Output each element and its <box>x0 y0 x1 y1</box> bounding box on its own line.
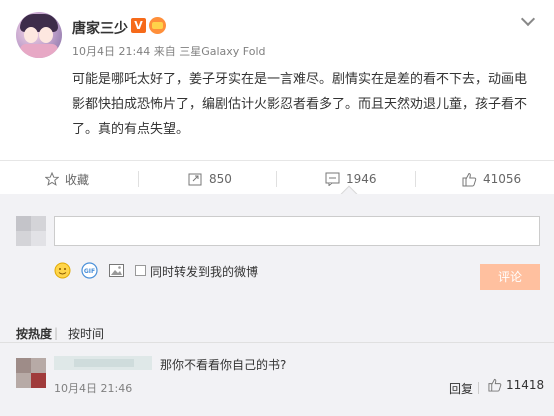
verified-v-icon: V <box>131 18 146 33</box>
post-username[interactable]: 唐家三少 <box>72 18 128 38</box>
comment-text: 那你不看看你自己的书? <box>160 358 287 372</box>
action-divider <box>138 171 139 187</box>
repost-button[interactable]: 850 <box>188 161 232 197</box>
star-icon <box>45 172 59 186</box>
forward-checkbox[interactable] <box>135 265 146 276</box>
post-content: 可能是哪吒太好了，姜子牙实在是一言难尽。剧情实在是差的看不下去，动画电影都快拍成… <box>72 72 528 137</box>
user-avatar[interactable] <box>16 12 62 58</box>
thumbs-up-icon <box>462 172 477 186</box>
comment-like-button[interactable]: 11418 <box>488 378 544 392</box>
sort-by-time[interactable]: 按时间 <box>68 325 104 342</box>
action-divider <box>276 171 277 187</box>
post-action-bar: 收藏 850 1946 41056 <box>0 160 554 196</box>
post-source[interactable]: 三星Galaxy Fold <box>179 45 265 58</box>
commenter-name-blurred[interactable] <box>54 356 152 370</box>
chevron-down-icon[interactable] <box>520 11 536 27</box>
gif-icon[interactable]: GIF <box>81 262 98 279</box>
submit-comment-button[interactable]: 评论 <box>480 264 540 290</box>
comment-section: GIF 同时转发到我的微博 评论 按热度 | 按时间 那你不看看你自己的书? 1… <box>0 194 554 416</box>
sort-by-hot[interactable]: 按热度 <box>16 325 52 342</box>
my-avatar <box>16 216 46 246</box>
comment-input[interactable] <box>54 216 540 246</box>
like-count: 41056 <box>483 172 522 186</box>
comment-like-count: 11418 <box>506 378 545 392</box>
action-divider <box>415 171 416 187</box>
image-icon[interactable] <box>108 262 125 279</box>
svg-text:GIF: GIF <box>84 268 95 275</box>
post-time[interactable]: 10月4日 21:44 <box>72 45 150 58</box>
commenter-avatar[interactable] <box>16 358 46 388</box>
like-button[interactable]: 41056 <box>462 161 521 197</box>
divider <box>0 342 554 343</box>
repost-count: 850 <box>209 172 232 186</box>
source-prefix: 来自 <box>153 45 176 58</box>
emoji-icon[interactable] <box>54 262 71 279</box>
comment-time: 10月4日 21:46 <box>54 382 133 395</box>
post-meta: 10月4日 21:44 来自 三星Galaxy Fold <box>72 43 265 59</box>
weibo-post: 唐家三少 V 10月4日 21:44 来自 三星Galaxy Fold 可能是哪… <box>0 0 554 160</box>
reply-button[interactable]: 回复 <box>449 380 473 397</box>
favorite-label: 收藏 <box>65 172 90 187</box>
comment-count: 1946 <box>346 172 377 186</box>
forward-label[interactable]: 同时转发到我的微博 <box>150 263 258 280</box>
sort-separator: | <box>54 326 59 340</box>
crown-badge-icon[interactable] <box>149 17 166 34</box>
comment-action-divider <box>478 382 479 394</box>
favorite-button[interactable]: 收藏 <box>45 161 89 197</box>
repost-icon <box>188 173 202 186</box>
comment-icon <box>325 172 340 186</box>
thumbs-up-icon <box>488 378 502 392</box>
